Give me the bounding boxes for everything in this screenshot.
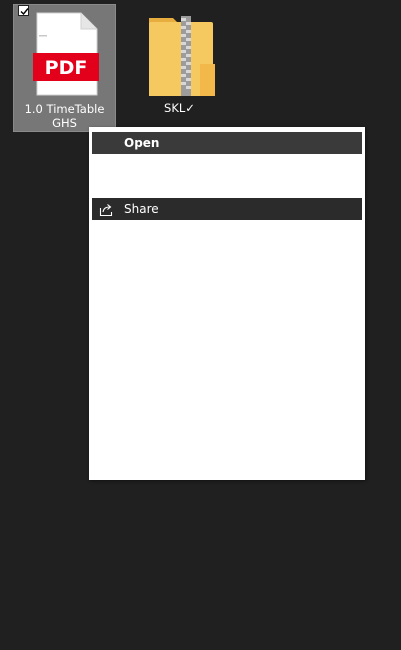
pdf-file-icon: PDF [31, 11, 101, 97]
zip-folder-icon [145, 10, 215, 102]
context-menu: Open Share [89, 127, 365, 480]
file-item-skl-zip[interactable]: SKL✓ [128, 4, 231, 132]
file-name-label: SKL✓ [164, 101, 195, 115]
file-item-timetable-pdf[interactable]: PDF 1.0 TimeTable GHS [13, 4, 116, 132]
desktop: PDF 1.0 TimeTable GHS SKL✓ Open Share [0, 0, 401, 650]
menu-item-open[interactable]: Open [92, 132, 362, 154]
menu-item-label: Open [124, 136, 160, 150]
pdf-icon-text: PDF [45, 57, 88, 79]
share-icon [99, 202, 114, 217]
selection-checkbox[interactable] [18, 5, 29, 16]
file-name-label: 1.0 TimeTable GHS [24, 102, 105, 130]
menu-item-label: Share [124, 202, 159, 216]
menu-item-share[interactable]: Share [92, 198, 362, 220]
